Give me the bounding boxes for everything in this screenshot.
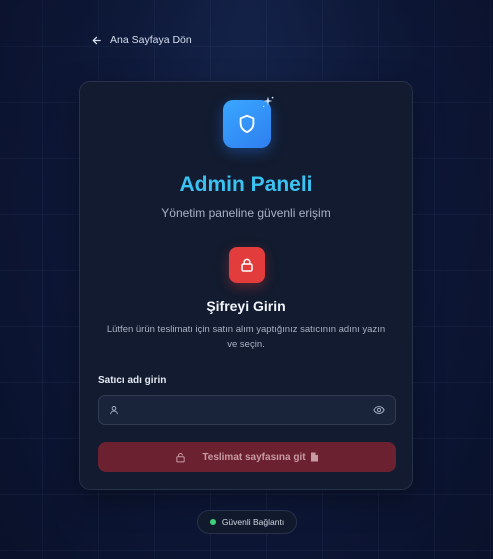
lock-icon [241,258,253,272]
page-subtitle: Yönetim paneline güvenli erişim [161,206,331,220]
shield-icon [239,114,255,133]
login-card: Admin Paneli Yönetim paneline güvenli er… [79,81,413,490]
back-to-home-link[interactable]: Ana Sayfaya Dön [91,34,192,46]
secure-connection-badge: Güvenli Bağlantı [197,510,297,534]
eye-icon[interactable] [373,404,385,416]
logo [223,96,274,148]
sparkle-icon [262,96,274,108]
arrow-left-icon [92,36,101,44]
status-label: Güvenli Bağlantı [221,517,285,527]
vendor-name-input[interactable] [127,404,365,416]
section-title: Şifreyi Girin [206,298,286,314]
submit-button-label: Teslimat sayfasına git [202,451,306,463]
vendor-name-field [98,395,396,425]
vendor-name-label: Satıcı adı girin [98,375,167,386]
lock-icon [176,452,186,462]
status-dot [209,519,216,525]
submit-button[interactable]: Teslimat sayfasına git [98,442,396,472]
document-icon [310,452,318,462]
back-link-label: Ana Sayfaya Dön [110,34,192,46]
user-icon [110,406,118,415]
section-description: Lütfen ürün teslimatı için satın alım ya… [106,324,386,350]
lock-badge [229,247,265,283]
page-title: Admin Paneli [179,173,313,196]
